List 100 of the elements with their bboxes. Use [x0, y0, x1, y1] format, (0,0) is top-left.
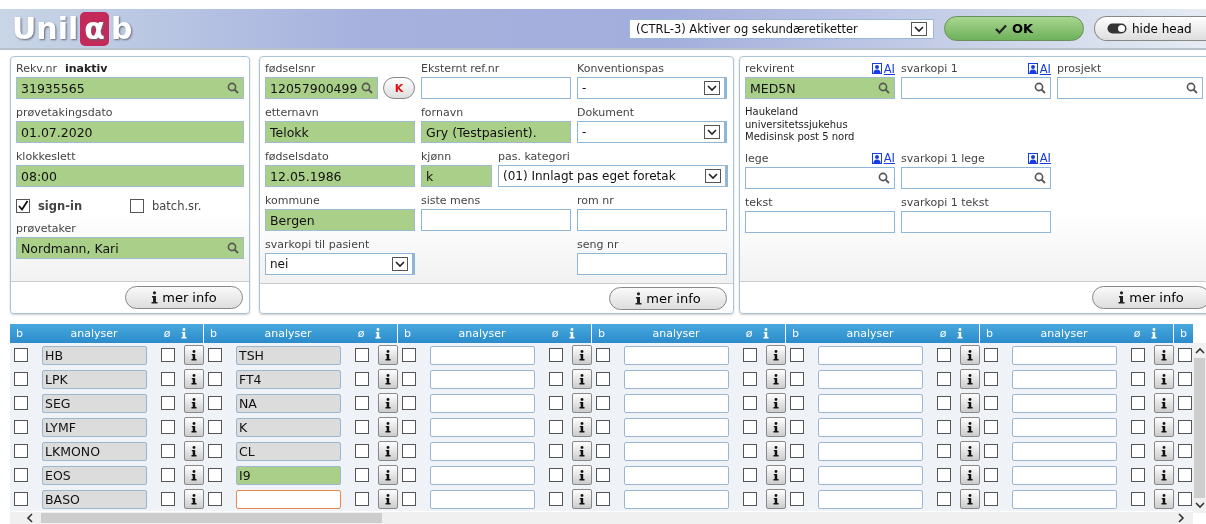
analysis-field[interactable]: LPK	[42, 369, 147, 389]
checkbox[interactable]	[1178, 468, 1192, 482]
checkbox[interactable]	[402, 348, 416, 362]
checkbox[interactable]	[937, 396, 951, 410]
info-button[interactable]	[960, 345, 980, 365]
checkbox[interactable]	[161, 492, 175, 506]
input-field[interactable]: Gry (Testpasient).	[421, 121, 571, 143]
checkbox[interactable]	[984, 348, 998, 362]
label-print-select[interactable]: (CTRL-3) Aktiver og sekundæretiketter	[629, 18, 934, 39]
info-button[interactable]	[1154, 393, 1174, 413]
checkbox[interactable]	[14, 420, 28, 434]
checkbox[interactable]	[402, 468, 416, 482]
search-field[interactable]	[745, 166, 895, 189]
info-button[interactable]	[572, 393, 592, 413]
mer-info-button[interactable]: mer info	[125, 286, 243, 309]
checkbox[interactable]	[161, 348, 175, 362]
checkbox[interactable]	[984, 372, 998, 386]
info-button[interactable]	[960, 489, 980, 509]
checkbox[interactable]	[549, 420, 563, 434]
checkbox[interactable]	[596, 396, 610, 410]
analysis-field[interactable]	[818, 465, 923, 485]
analysis-field[interactable]	[430, 417, 535, 437]
info-button[interactable]	[1154, 345, 1174, 365]
checkbox[interactable]	[1131, 420, 1145, 434]
analysis-field[interactable]	[430, 489, 535, 509]
search-field[interactable]: Nordmann, Kari	[16, 237, 244, 259]
search-field[interactable]	[1057, 77, 1203, 99]
ai-link[interactable]: AI	[871, 151, 895, 165]
checkbox[interactable]	[14, 492, 28, 506]
analysis-field[interactable]: K	[236, 417, 341, 437]
analysis-field[interactable]: SEG	[42, 393, 147, 413]
analysis-field[interactable]: LKMONO	[42, 441, 147, 461]
checkbox[interactable]	[984, 396, 998, 410]
checkbox[interactable]	[402, 444, 416, 458]
info-button[interactable]	[766, 393, 786, 413]
input-field[interactable]	[901, 210, 1051, 233]
info-button[interactable]	[1154, 417, 1174, 437]
checkbox[interactable]	[743, 444, 757, 458]
checkbox[interactable]	[743, 468, 757, 482]
checkbox[interactable]	[937, 468, 951, 482]
info-button[interactable]	[572, 465, 592, 485]
analysis-field[interactable]	[1012, 393, 1117, 413]
analysis-field[interactable]: NA	[236, 393, 341, 413]
analysis-field[interactable]	[430, 441, 535, 461]
checkbox[interactable]	[355, 372, 369, 386]
info-button[interactable]	[1154, 489, 1174, 509]
search-field[interactable]: 12057900499	[265, 77, 378, 99]
checkbox[interactable]	[402, 420, 416, 434]
checkbox[interactable]	[402, 396, 416, 410]
checkbox[interactable]	[937, 348, 951, 362]
checkbox[interactable]	[1131, 492, 1145, 506]
info-button[interactable]	[1154, 441, 1174, 461]
checkbox[interactable]	[790, 468, 804, 482]
checkbox[interactable]	[549, 492, 563, 506]
input-field[interactable]: 08:00	[16, 165, 244, 187]
checkbox[interactable]	[402, 372, 416, 386]
input-field[interactable]	[577, 253, 727, 275]
checkbox[interactable]	[161, 372, 175, 386]
analysis-field[interactable]	[624, 489, 729, 509]
analysis-field[interactable]	[624, 441, 729, 461]
checkbox[interactable]	[1178, 492, 1192, 506]
checkbox[interactable]	[743, 348, 757, 362]
search-field[interactable]: MED5N	[745, 77, 895, 99]
checkbox[interactable]	[1178, 420, 1192, 434]
checkbox[interactable]	[355, 396, 369, 410]
checkbox[interactable]	[790, 396, 804, 410]
analysis-field[interactable]: FT4	[236, 369, 341, 389]
analysis-field[interactable]	[430, 369, 535, 389]
input-field[interactable]	[421, 77, 571, 99]
checkbox[interactable]	[355, 444, 369, 458]
info-button[interactable]	[960, 369, 980, 389]
checkbox[interactable]	[743, 396, 757, 410]
analysis-field[interactable]	[624, 465, 729, 485]
checkbox[interactable]	[208, 468, 222, 482]
checkbox[interactable]	[208, 348, 222, 362]
analysis-field[interactable]: EOS	[42, 465, 147, 485]
checkbox[interactable]	[208, 372, 222, 386]
analysis-field[interactable]: LYMF	[42, 417, 147, 437]
checkbox[interactable]	[790, 348, 804, 362]
info-button[interactable]	[572, 489, 592, 509]
analysis-field[interactable]	[1012, 489, 1117, 509]
info-button[interactable]	[1154, 465, 1174, 485]
checkbox[interactable]	[743, 420, 757, 434]
checkbox[interactable]	[790, 444, 804, 458]
checkbox[interactable]	[355, 492, 369, 506]
analysis-field[interactable]	[430, 345, 535, 365]
checkbox[interactable]	[937, 492, 951, 506]
analysis-field[interactable]	[818, 489, 923, 509]
checkbox[interactable]	[596, 468, 610, 482]
input-field[interactable]	[745, 210, 895, 233]
checkbox[interactable]	[1178, 348, 1192, 362]
info-button[interactable]	[766, 489, 786, 509]
checkbox[interactable]	[1131, 396, 1145, 410]
analysis-field[interactable]	[818, 369, 923, 389]
checkbox[interactable]	[14, 348, 28, 362]
checkbox[interactable]	[549, 444, 563, 458]
info-button[interactable]	[1154, 369, 1174, 389]
analysis-field[interactable]	[818, 441, 923, 461]
info-button[interactable]	[184, 441, 204, 461]
info-button[interactable]	[766, 369, 786, 389]
